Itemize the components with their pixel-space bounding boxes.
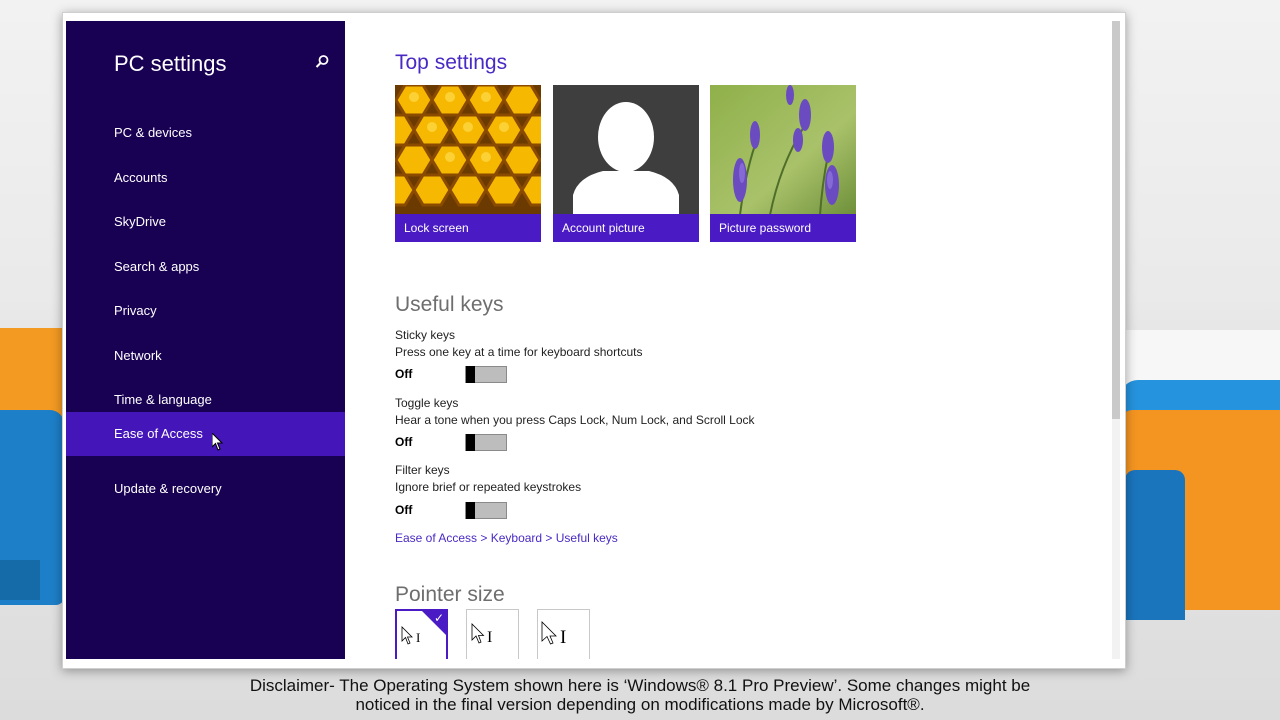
pointer-large-icon: I [541,621,566,648]
sidebar-item-pc-devices[interactable]: PC & devices [66,111,345,155]
sticky-keys-description: Press one key at a time for keyboard sho… [395,345,643,359]
honeycomb-image [395,85,541,215]
tile-picture-password[interactable]: Picture password [710,85,856,242]
disclaimer-caption: Disclaimer- The Operating System shown h… [0,676,1280,714]
pointer-small-icon: I [401,626,420,645]
tile-label-bar: Picture password [710,214,856,242]
lavender-image [710,85,856,215]
sticky-keys-toggle[interactable] [465,366,507,383]
useful-keys-path-link[interactable]: Ease of Access > Keyboard > Useful keys [395,531,618,545]
pointer-size-option-small[interactable]: ✓ I [395,609,448,659]
toggle-thumb [466,366,475,383]
sidebar-item-label: SkyDrive [114,214,167,229]
pointer-medium-icon: I [471,623,492,646]
main-content: Top settings Lock screen Account picture… [345,21,1110,659]
sidebar-item-privacy[interactable]: Privacy [66,289,345,333]
mouse-cursor-icon [212,433,224,451]
sidebar: PC settings PC & devices Accounts SkyDri… [66,21,345,659]
sidebar-item-label: Network [114,348,162,363]
tile-account-picture[interactable]: Account picture [553,85,699,242]
pointer-size-heading: Pointer size [395,583,505,606]
filter-keys-description: Ignore brief or repeated keystrokes [395,480,582,494]
filter-keys-state: Off [395,503,413,517]
disclaimer-line-1: Disclaimer- The Operating System shown h… [249,676,1031,695]
background-blue-chair-left-base [0,560,40,600]
sidebar-item-label: Time & language [114,392,212,407]
sidebar-item-ease-of-access[interactable]: Ease of Access [66,412,345,456]
sticky-keys-state: Off [395,367,413,381]
filter-keys-toggle[interactable] [465,502,507,519]
toggle-thumb [466,434,475,451]
sidebar-item-accounts[interactable]: Accounts [66,156,345,200]
useful-keys-heading: Useful keys [395,293,504,316]
sidebar-item-update-recovery[interactable]: Update & recovery [66,467,345,511]
svg-text:I: I [560,627,566,648]
toggle-keys-state: Off [395,435,413,449]
user-avatar-icon [553,85,699,215]
sidebar-item-skydrive[interactable]: SkyDrive [66,200,345,244]
vertical-scrollbar[interactable] [1112,21,1120,659]
toggle-keys-description: Hear a tone when you press Caps Lock, Nu… [395,413,755,427]
toggle-keys-toggle[interactable] [465,434,507,451]
tile-label-bar: Lock screen [395,214,541,242]
sticky-keys-label: Sticky keys [395,328,456,342]
sidebar-title: PC settings [114,51,227,76]
disclaimer-line-2: noticed in the final version depending o… [355,695,925,714]
sidebar-item-label: PC & devices [114,125,193,140]
filter-keys-label: Filter keys [395,463,450,477]
svg-text:I: I [487,629,492,646]
top-settings-heading: Top settings [395,51,508,74]
sidebar-item-network[interactable]: Network [66,334,345,378]
tile-label: Lock screen [404,221,469,235]
sidebar-item-label: Search & apps [114,259,200,274]
toggle-thumb [466,502,475,519]
sidebar-item-search-apps[interactable]: Search & apps [66,245,345,289]
sidebar-item-label: Accounts [114,170,168,185]
tile-label: Account picture [562,221,645,235]
svg-text:I: I [416,630,420,645]
toggle-keys-label: Toggle keys [395,396,459,410]
checkmark-icon: ✓ [433,611,444,625]
tile-lock-screen[interactable]: Lock screen [395,85,541,242]
scrollbar-thumb[interactable] [1112,21,1120,419]
sidebar-item-label: Ease of Access [114,426,203,441]
pc-settings-window: PC settings PC & devices Accounts SkyDri… [62,12,1126,669]
sidebar-item-label: Privacy [114,303,157,318]
pointer-size-option-medium[interactable]: I [466,609,519,659]
sidebar-item-label: Update & recovery [114,481,222,496]
tile-label-bar: Account picture [553,214,699,242]
pointer-size-option-large[interactable]: I [537,609,590,659]
tile-label: Picture password [719,221,812,235]
background-blue-chair-right-leg [1125,470,1185,620]
search-icon[interactable] [314,54,330,70]
